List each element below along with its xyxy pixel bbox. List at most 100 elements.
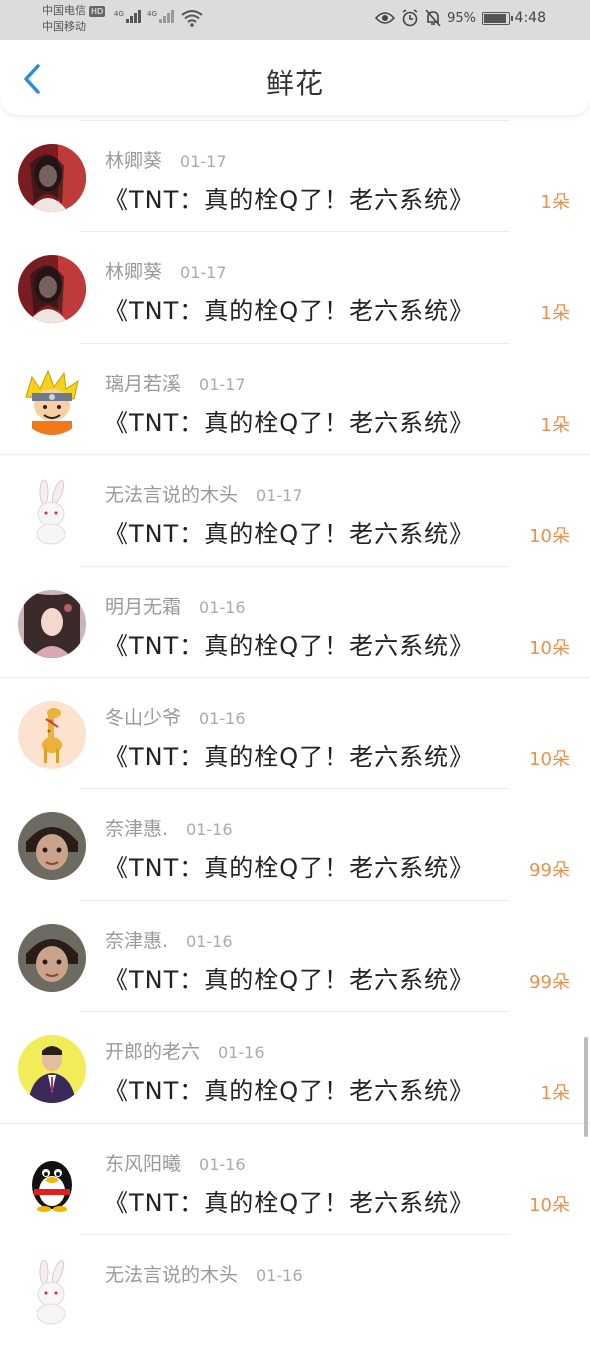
network-label-2: 4G	[147, 10, 157, 18]
signal-icon-1: 4G	[114, 10, 141, 23]
user-name: 东风阳曦	[105, 1152, 182, 1175]
signal-icon-2: 4G	[147, 10, 174, 23]
scrollbar[interactable]	[584, 1037, 588, 1137]
list-item[interactable]: 林卿葵 01-17 《TNT：真的栓Q了！老六系统》 1朵	[0, 120, 590, 231]
flower-count: 10朵	[529, 637, 570, 659]
list-item[interactable]: 明月无霜 01-16 《TNT：真的栓Q了！老六系统》 10朵	[0, 565, 590, 677]
list-item[interactable]: 林卿葵 01-17 《TNT：真的栓Q了！老六系统》 1朵	[0, 231, 590, 342]
mute-icon	[425, 9, 441, 27]
gift-date: 01-17	[180, 263, 227, 283]
status-bar: 中国电信 HD 中国移动 4G 4G 95% 4:48	[0, 0, 590, 40]
hd-badge: HD	[89, 5, 106, 17]
gift-date: 01-16	[199, 708, 246, 728]
page-title: 鲜花	[265, 67, 324, 100]
list-item[interactable]: 奈津惠. 01-16 《TNT：真的栓Q了！老六系统》 99朵	[0, 788, 590, 899]
divider	[0, 454, 590, 456]
list-item[interactable]: 开郎的老六 01-16 《TNT：真的栓Q了！老六系统》 1朵	[0, 1011, 590, 1122]
flower-count: 99朵	[529, 971, 570, 993]
flower-count: 1朵	[540, 1083, 570, 1105]
avatar[interactable]	[18, 144, 86, 212]
gift-date: 01-17	[199, 374, 246, 394]
carrier-info: 中国电信 HD 中国移动	[42, 3, 106, 35]
user-meta: 无法言说的木头 01-17	[105, 480, 303, 507]
user-name: 开郎的老六	[105, 1041, 201, 1064]
avatar[interactable]	[18, 366, 86, 435]
list-item[interactable]: 无法言说的木头 01-17 《TNT：真的栓Q了！老六系统》 10朵	[0, 454, 590, 565]
user-meta: 林卿葵 01-17	[105, 146, 227, 173]
flower-count: 1朵	[540, 192, 570, 213]
list-item[interactable]: 无法言说的木头 01-16	[0, 1233, 590, 1345]
battery-percent: 95%	[447, 10, 476, 26]
divider	[80, 788, 510, 790]
book-title: 《TNT：真的栓Q了！老六系统》	[104, 297, 475, 326]
user-meta: 林卿葵 01-17	[105, 257, 227, 284]
carrier-2: 中国移动	[42, 20, 86, 33]
status-icons: 95%	[375, 9, 513, 27]
wifi-icon	[181, 10, 203, 27]
flower-list: 林卿葵 01-17 《TNT：真的栓Q了！老六系统》 1朵 林卿葵 01-17 《T…	[0, 120, 590, 1345]
user-meta: 冬山少爷 01-16	[105, 703, 246, 730]
flower-count: 1朵	[540, 414, 570, 436]
user-meta: 明月无霜 01-16	[105, 592, 246, 619]
divider	[80, 1233, 510, 1235]
user-name: 明月无霜	[105, 595, 182, 618]
divider	[80, 342, 510, 344]
list-item[interactable]: 璃月若溪 01-17 《TNT：真的栓Q了！老六系统》 1朵	[0, 342, 590, 454]
header-bar: 鲜花	[0, 40, 590, 115]
gift-date: 01-16	[256, 1265, 303, 1285]
gift-date: 01-16	[186, 820, 233, 840]
gift-date: 01-16	[186, 931, 233, 951]
user-name: 冬山少爷	[105, 706, 182, 729]
avatar[interactable]	[18, 255, 86, 324]
flower-count: 1朵	[540, 303, 570, 325]
gift-date: 01-17	[256, 486, 303, 506]
alarm-icon	[402, 9, 418, 27]
avatar[interactable]	[18, 589, 86, 658]
gift-date: 01-17	[180, 152, 227, 171]
book-title: 《TNT：真的栓Q了！老六系统》	[104, 854, 475, 883]
flower-count: 10朵	[529, 526, 570, 548]
book-title: 《TNT：真的栓Q了！老六系统》	[104, 1188, 475, 1217]
book-title: 《TNT：真的栓Q了！老六系统》	[104, 408, 475, 437]
book-title: 《TNT：真的栓Q了！老六系统》	[104, 520, 475, 549]
battery-icon	[482, 11, 513, 25]
avatar[interactable]	[18, 478, 86, 547]
flower-count: 10朵	[529, 748, 570, 770]
user-meta: 开郎的老六 01-16	[105, 1037, 265, 1064]
divider	[80, 1011, 510, 1013]
user-name: 林卿葵	[105, 150, 163, 172]
user-meta: 奈津惠. 01-16	[105, 814, 233, 841]
book-title: 《TNT：真的栓Q了！老六系统》	[104, 742, 475, 771]
user-name: 无法言说的木头	[105, 484, 239, 507]
book-title: 《TNT：真的栓Q了！老六系统》	[104, 1077, 475, 1106]
divider	[80, 231, 510, 233]
list-item[interactable]: 奈津惠. 01-16 《TNT：真的栓Q了！老六系统》 99朵	[0, 899, 590, 1011]
book-title: 《TNT：真的栓Q了！老六系统》	[104, 631, 475, 660]
gift-date: 01-16	[218, 1043, 265, 1063]
avatar[interactable]	[18, 812, 86, 881]
avatar[interactable]	[18, 700, 86, 769]
battery-level	[484, 13, 506, 23]
eye-icon	[375, 12, 396, 24]
avatar[interactable]	[18, 923, 86, 992]
user-meta: 奈津惠. 01-16	[105, 926, 233, 953]
book-title: 《TNT：真的栓Q了！老六系统》	[104, 186, 475, 214]
flower-count: 10朵	[529, 1194, 570, 1216]
divider	[80, 899, 510, 901]
user-name: 奈津惠.	[105, 929, 169, 952]
flower-count: 99朵	[529, 860, 570, 882]
avatar[interactable]	[18, 1146, 86, 1215]
gift-date: 01-16	[199, 1154, 246, 1174]
list-item[interactable]: 东风阳曦 01-16 《TNT：真的栓Q了！老六系统》 10朵	[0, 1122, 590, 1234]
user-meta: 璃月若溪 01-17	[105, 369, 246, 396]
list-item[interactable]: 冬山少爷 01-16 《TNT：真的栓Q了！老六系统》 10朵	[0, 676, 590, 788]
gift-date: 01-16	[199, 597, 246, 617]
carrier-1: 中国电信	[42, 4, 86, 17]
avatar[interactable]	[18, 1257, 86, 1326]
avatar[interactable]	[18, 1035, 86, 1104]
clock: 4:48	[514, 10, 546, 26]
user-meta: 东风阳曦 01-16	[105, 1149, 246, 1176]
user-name: 林卿葵	[105, 261, 163, 284]
user-name: 奈津惠.	[105, 818, 169, 841]
book-title: 《TNT：真的栓Q了！老六系统》	[104, 965, 475, 994]
